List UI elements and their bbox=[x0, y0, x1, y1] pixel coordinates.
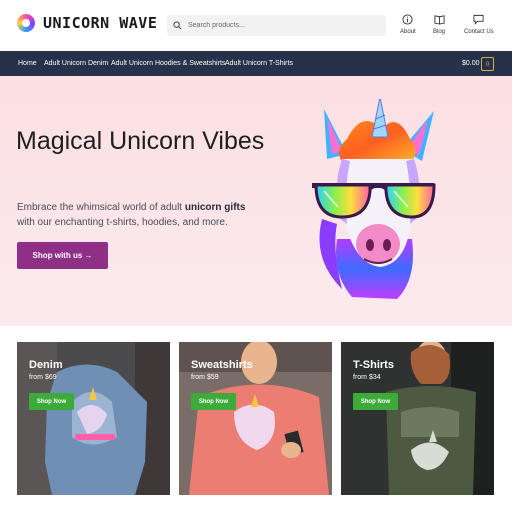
shop-now-button[interactable]: Shop Now bbox=[29, 393, 74, 410]
card-title: Sweatshirts bbox=[191, 359, 253, 371]
hero-text-bold: unicorn gifts bbox=[184, 202, 246, 213]
cart-count: 0 bbox=[485, 62, 490, 68]
brand-name: UNICORN WAVE bbox=[43, 14, 158, 32]
unicorn-wave-logo-icon bbox=[17, 14, 35, 32]
contact-label: Contact Us bbox=[464, 29, 494, 35]
category-card-sweatshirts[interactable]: Sweatshirts from $59 Shop Now bbox=[179, 342, 332, 495]
book-icon bbox=[433, 14, 445, 25]
card-price: from $59 bbox=[191, 374, 219, 381]
blog-link[interactable]: Blog bbox=[433, 14, 445, 35]
brand-logo[interactable]: UNICORN WAVE bbox=[17, 14, 157, 32]
category-card-denim[interactable]: Denim from $69 Shop Now bbox=[17, 342, 170, 495]
about-link[interactable]: About bbox=[400, 14, 416, 35]
search-input[interactable] bbox=[188, 22, 378, 29]
blog-label: Blog bbox=[433, 29, 446, 35]
cart-total[interactable]: $0.00 bbox=[462, 60, 480, 67]
hero-text-start: Embrace the whimsical world of adult bbox=[17, 202, 185, 213]
unicorn-sunglasses-illustration bbox=[312, 99, 436, 299]
card-title: T-Shirts bbox=[353, 359, 394, 371]
search-icon bbox=[173, 21, 182, 30]
card-price: from $69 bbox=[29, 374, 57, 381]
card-title: Denim bbox=[29, 359, 63, 371]
nav-item-tshirts[interactable]: Adult Unicorn T-Shirts bbox=[225, 60, 293, 67]
hero-description: Embrace the whimsical world of adult uni… bbox=[17, 200, 257, 230]
about-label: About bbox=[400, 29, 416, 35]
search-bar[interactable] bbox=[167, 15, 386, 36]
cart-icon[interactable]: 0 bbox=[481, 57, 494, 71]
info-icon bbox=[402, 14, 413, 25]
shop-with-us-button[interactable]: Shop with us → bbox=[17, 242, 108, 269]
site-header: UNICORN WAVE About Blog Contact Us bbox=[0, 0, 512, 51]
hero-title: Magical Unicorn Vibes bbox=[16, 127, 265, 155]
nav-item-denim[interactable]: Adult Unicorn Denim bbox=[44, 60, 108, 67]
shop-now-button[interactable]: Shop Now bbox=[191, 393, 236, 410]
nav-item-home[interactable]: Home bbox=[18, 60, 37, 67]
chat-icon bbox=[473, 14, 484, 25]
main-nav: Home Adult Unicorn Denim Adult Unicorn H… bbox=[0, 51, 512, 76]
shop-now-button[interactable]: Shop Now bbox=[353, 393, 398, 410]
contact-link[interactable]: Contact Us bbox=[464, 14, 494, 35]
hero-text-end: with our enchanting t-shirts, hoodies, a… bbox=[17, 217, 228, 228]
nav-item-hoodies[interactable]: Adult Unicorn Hoodies & Sweatshirts bbox=[111, 60, 225, 67]
card-price: from $34 bbox=[353, 374, 381, 381]
hero-banner: Magical Unicorn Vibes Embrace the whimsi… bbox=[0, 76, 512, 326]
category-card-tshirts[interactable]: T-Shirts from $34 Shop Now bbox=[341, 342, 494, 495]
